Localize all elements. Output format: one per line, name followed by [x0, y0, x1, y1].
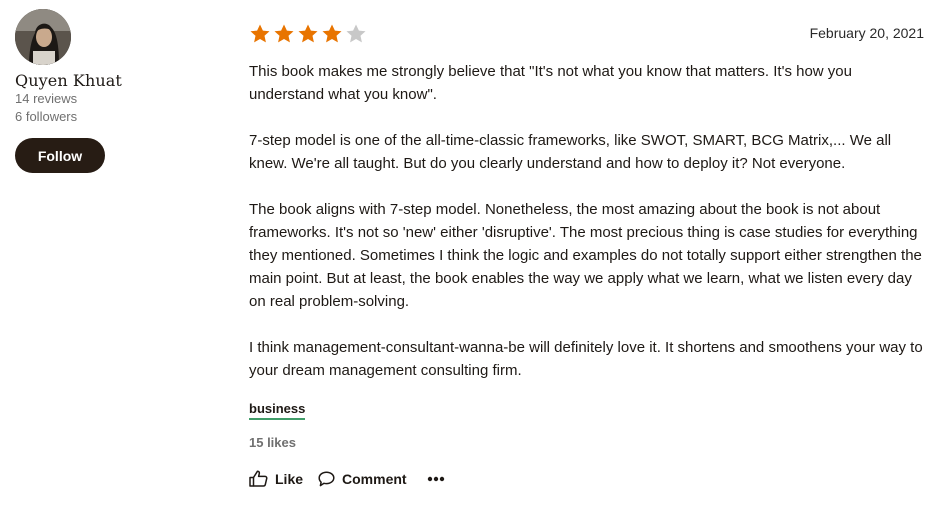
star-filled-icon[interactable]	[297, 23, 319, 44]
comment-label: Comment	[342, 470, 407, 487]
reviewer-name[interactable]: Quyen Khuat	[15, 71, 225, 90]
review-paragraph: I think management-consultant-wanna-be w…	[249, 339, 923, 379]
more-options-button[interactable]	[427, 476, 445, 482]
review-paragraph: 7-step model is one of the all-time-clas…	[249, 132, 892, 172]
avatar[interactable]	[15, 9, 71, 65]
star-rating	[249, 23, 367, 44]
review-paragraph: The book aligns with 7-step model. Nonet…	[249, 201, 922, 310]
comment-bubble-icon	[318, 470, 335, 486]
review-paragraph: This book makes me strongly believe that…	[249, 63, 852, 103]
like-button[interactable]: Like	[249, 470, 303, 487]
follow-button[interactable]: Follow	[15, 138, 105, 173]
review-card: Quyen Khuat 14 reviews 6 followers Follo…	[0, 0, 937, 514]
likes-count[interactable]: 15 likes	[249, 435, 924, 450]
star-filled-icon[interactable]	[321, 23, 343, 44]
reviewer-followers-count: 6 followers	[15, 109, 78, 124]
review-text: This book makes me strongly believe that…	[249, 60, 924, 382]
reviewer-panel: Quyen Khuat 14 reviews 6 followers Follo…	[15, 9, 225, 173]
like-label: Like	[275, 470, 304, 487]
avatar-image	[15, 9, 71, 65]
star-filled-icon[interactable]	[273, 23, 295, 44]
comment-button[interactable]: Comment	[318, 471, 407, 487]
thumbs-up-icon	[249, 470, 268, 487]
star-empty-icon[interactable]	[345, 23, 367, 44]
review-date[interactable]: February 20, 2021	[810, 25, 924, 41]
star-filled-icon[interactable]	[249, 23, 271, 44]
review-actions: Like Comment	[249, 470, 924, 487]
reviewer-reviews-count: 14 reviews	[15, 91, 78, 106]
review-content: February 20, 2021 This book makes me str…	[249, 21, 924, 487]
shelf-tag-business[interactable]: business	[249, 401, 306, 420]
review-header: February 20, 2021	[249, 21, 924, 45]
more-dots-icon	[427, 476, 444, 481]
